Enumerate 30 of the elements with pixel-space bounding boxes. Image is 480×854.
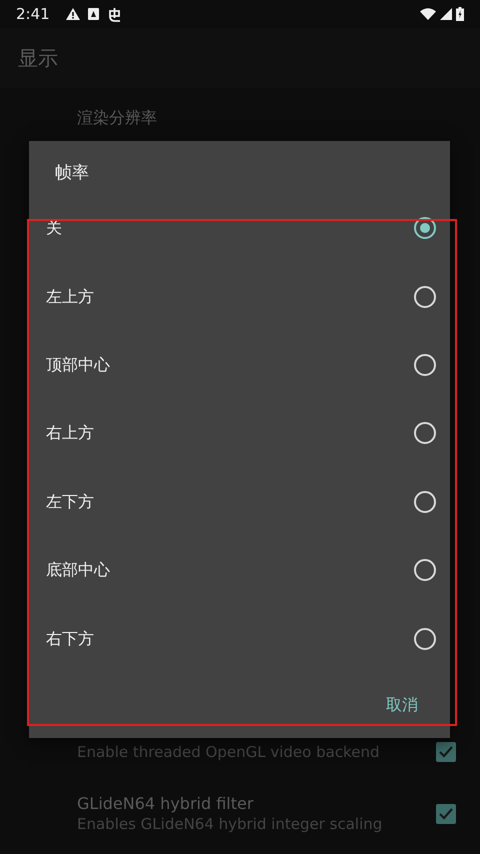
bug-icon [106,6,122,22]
battery-icon [456,7,464,21]
radio-button[interactable] [414,217,436,240]
radio-option[interactable]: 左下方 [29,468,450,536]
radio-option[interactable]: 顶部中心 [29,330,450,400]
radio-button[interactable] [414,286,436,308]
dialog-title: 帧率 [54,162,90,185]
wifi-icon [420,8,436,20]
image-icon [88,8,99,20]
check-icon [439,808,453,820]
setting-title: GLideN64 hybrid filter [77,794,254,814]
warning-icon [66,8,80,20]
radio-option[interactable]: 底部中心 [29,536,450,604]
setting-title: 渲染分辨率 [77,108,158,128]
radio-button[interactable] [414,628,436,650]
radio-option[interactable]: 右上方 [29,399,450,468]
cancel-button[interactable]: 取消 [378,686,426,723]
radio-button[interactable] [414,422,436,444]
radio-button[interactable] [414,559,436,582]
radio-button[interactable] [414,490,436,513]
radio-option[interactable]: 右下方 [29,604,450,673]
radio-option[interactable]: 关 [29,194,450,262]
radio-option[interactable]: 左上方 [29,262,450,331]
checkbox[interactable] [436,804,456,824]
radio-button[interactable] [414,354,436,376]
status-time: 2:41 [16,4,50,25]
screen-title: 显示 [18,45,58,72]
signal-icon [440,8,452,20]
check-icon [439,746,453,758]
checkbox[interactable] [436,742,456,762]
